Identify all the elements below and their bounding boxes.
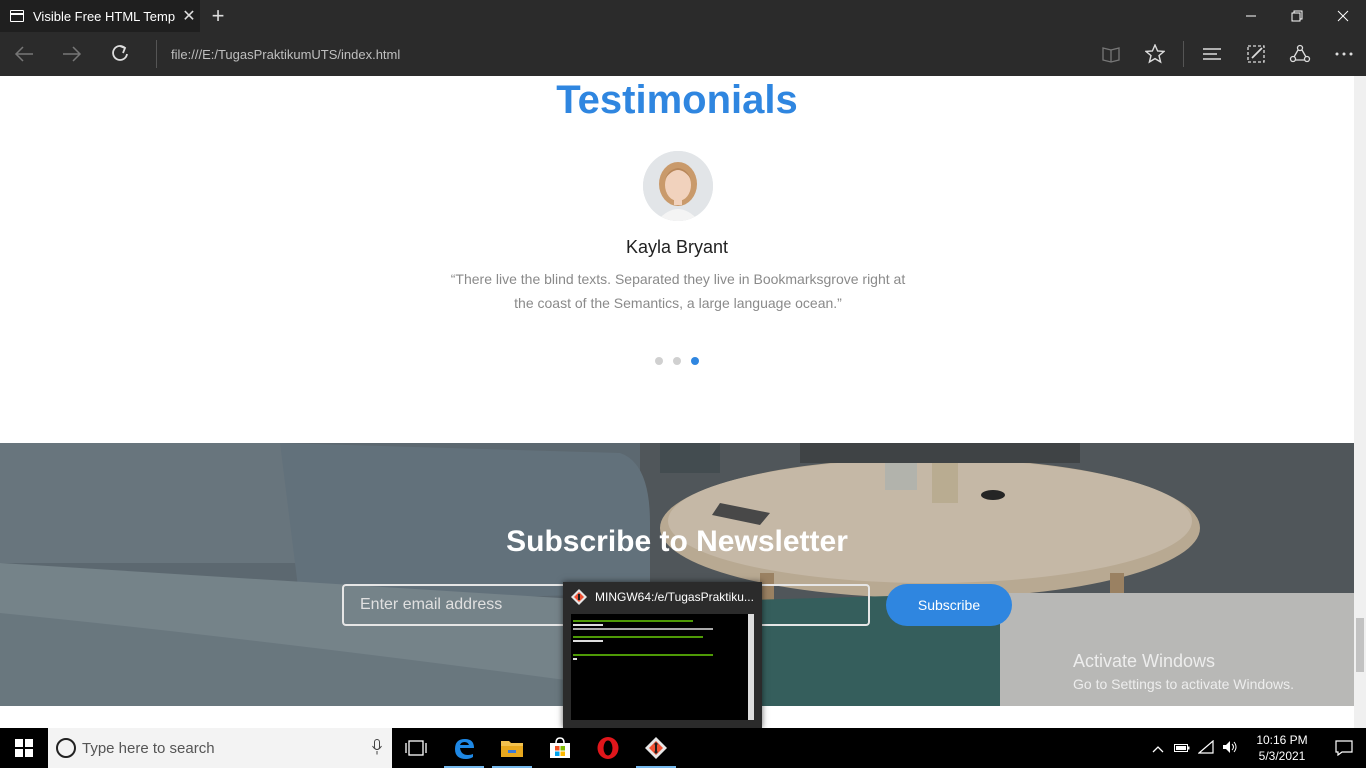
volume-icon[interactable]	[1218, 740, 1242, 757]
file-explorer-icon	[501, 741, 523, 757]
task-view-button[interactable]	[392, 728, 440, 768]
reading-view-icon	[1102, 47, 1120, 63]
star-icon	[1145, 44, 1165, 64]
terminal-preview	[571, 614, 754, 720]
cortana-icon	[56, 738, 76, 758]
carousel-dot-2[interactable]	[673, 357, 681, 365]
action-center-button[interactable]	[1322, 728, 1366, 768]
watermark-title: Activate Windows	[1073, 651, 1216, 671]
tab-close-icon[interactable]: ✕	[178, 6, 200, 26]
opera-icon	[597, 737, 619, 759]
task-view-icon	[405, 740, 427, 756]
clock-time: 10:16 PM	[1256, 733, 1308, 747]
testimonial-quote: “There live the blind texts. Separated t…	[450, 271, 906, 311]
avatar-image	[643, 151, 713, 221]
favorite-button[interactable]	[1133, 32, 1177, 76]
back-arrow-icon	[14, 46, 33, 62]
reading-view-button[interactable]	[1089, 32, 1133, 76]
subscribe-button[interactable]: Subscribe	[886, 584, 1012, 626]
taskbar-clock[interactable]: 10:16 PM 5/3/2021	[1242, 732, 1322, 764]
avatar	[643, 151, 713, 221]
page-icon	[10, 10, 24, 22]
share-button[interactable]	[1278, 32, 1322, 76]
close-icon	[1337, 10, 1349, 22]
carousel-dots	[655, 357, 709, 365]
system-tray: 10:16 PM 5/3/2021	[1146, 728, 1366, 768]
hub-icon	[1203, 48, 1221, 60]
address-bar[interactable]: file:///E:/TugasPraktikumUTS/index.html	[156, 40, 1076, 68]
edge-icon	[455, 739, 474, 759]
network-icon[interactable]	[1194, 739, 1218, 757]
minimize-icon	[1246, 15, 1256, 17]
activate-windows-watermark: Activate Windows Go to Settings to activ…	[1073, 651, 1294, 692]
notification-icon	[1335, 740, 1353, 756]
taskbar-search-box[interactable]: Type here to search	[48, 728, 392, 768]
testimonials-section: Testimonials Kayla Bryant “There live th…	[0, 76, 1354, 443]
web-note-icon	[1247, 45, 1265, 63]
forward-button[interactable]	[48, 32, 96, 76]
git-bash-icon	[645, 737, 667, 759]
hub-button[interactable]	[1190, 32, 1234, 76]
share-icon	[1289, 44, 1311, 63]
toolbar-separator	[1183, 41, 1184, 67]
windows-taskbar: Type here to search 10:16 PM 5/3/2021	[0, 728, 1366, 768]
git-icon	[571, 589, 587, 605]
tray-chevron-up-icon[interactable]	[1146, 741, 1170, 756]
taskbar-file-explorer[interactable]	[488, 728, 536, 768]
thumbnail-title: MINGW64:/e/TugasPraktiku...	[595, 590, 754, 604]
watermark-subtitle: Go to Settings to activate Windows.	[1073, 676, 1294, 692]
search-placeholder: Type here to search	[82, 739, 215, 757]
toolbar-actions	[1089, 32, 1366, 76]
more-button[interactable]	[1322, 32, 1366, 76]
scrollbar-thumb[interactable]	[1356, 618, 1364, 672]
refresh-button[interactable]	[96, 32, 144, 76]
carousel-dot-1[interactable]	[655, 357, 663, 365]
start-button[interactable]	[0, 728, 48, 768]
taskbar-opera[interactable]	[584, 728, 632, 768]
browser-tab[interactable]: Visible Free HTML Temp ✕	[0, 0, 200, 32]
page-scrollbar[interactable]	[1354, 76, 1366, 728]
battery-icon[interactable]	[1170, 741, 1194, 756]
web-note-button[interactable]	[1234, 32, 1278, 76]
browser-nav-bar: file:///E:/TugasPraktikumUTS/index.html	[0, 32, 1366, 76]
browser-title-bar: Visible Free HTML Temp ✕ +	[0, 0, 1366, 32]
taskbar-edge[interactable]	[440, 728, 488, 768]
close-button[interactable]	[1320, 0, 1366, 32]
store-icon	[550, 737, 570, 758]
terminal-scrollbar	[748, 614, 754, 720]
minimize-button[interactable]	[1228, 0, 1274, 32]
git-bash-thumbnail-preview[interactable]: MINGW64:/e/TugasPraktiku...	[563, 582, 762, 728]
refresh-icon	[112, 45, 128, 61]
restore-button[interactable]	[1274, 0, 1320, 32]
clock-date: 5/3/2021	[1258, 749, 1306, 763]
restore-icon	[1291, 10, 1303, 22]
microphone-icon[interactable]	[362, 738, 392, 758]
testimonials-heading: Testimonials	[556, 78, 798, 122]
taskbar-git-bash[interactable]	[632, 728, 680, 768]
taskbar-store[interactable]	[536, 728, 584, 768]
testimonial-name: Kayla Bryant	[625, 237, 729, 257]
carousel-dot-3[interactable]	[691, 357, 699, 365]
newsletter-heading: Subscribe to Newsletter	[506, 525, 848, 558]
more-icon	[1335, 52, 1353, 56]
back-button[interactable]	[0, 32, 48, 76]
tab-title: Visible Free HTML Temp	[33, 8, 176, 24]
new-tab-button[interactable]: +	[202, 3, 234, 29]
forward-arrow-icon	[63, 46, 82, 62]
window-controls	[1228, 0, 1366, 32]
thumbnail-title-bar: MINGW64:/e/TugasPraktiku...	[563, 582, 762, 612]
windows-logo-icon	[15, 739, 33, 757]
